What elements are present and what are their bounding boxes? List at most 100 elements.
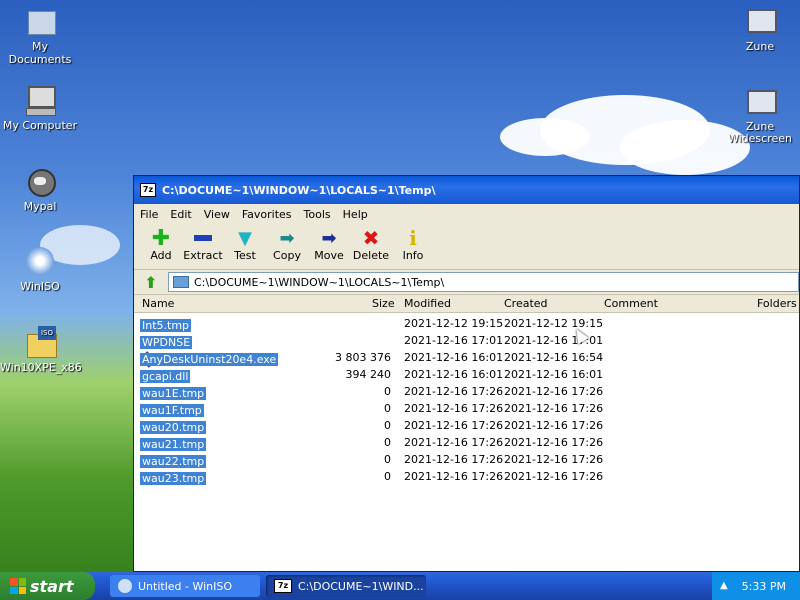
desktop-icon-winiso[interactable]: WinISO: [0, 245, 80, 293]
file-row[interactable]: wau22.tmp 0 2021-12-16 17:26 2021-12-16 …: [134, 451, 799, 468]
desktop-icon-label: My Documents: [8, 40, 72, 66]
file-modified: 2021-12-16 17:26: [404, 470, 504, 483]
add-button-label: Add: [150, 249, 172, 262]
file-row[interactable]: wau21.tmp 0 2021-12-16 17:26 2021-12-16 …: [134, 434, 799, 451]
desktop-icon-my-documents[interactable]: My Documents: [0, 5, 80, 66]
file-row[interactable]: gcapi.dll 394 240 2021-12-16 16:01 2021-…: [134, 366, 799, 383]
move-button-label: Move: [314, 249, 344, 262]
file-list: Int5.tmp 2021-12-12 19:15 2021-12-12 19:…: [134, 313, 799, 485]
file-created: 2021-12-16 17:26: [504, 453, 604, 466]
start-button[interactable]: start: [0, 572, 95, 600]
column-header-name[interactable]: Name: [142, 297, 174, 310]
file-name: wau21.tmp: [140, 438, 207, 451]
delete-button[interactable]: ✖ Delete: [350, 224, 392, 262]
file-name: wau1F.tmp: [140, 404, 204, 417]
file-manager-window: 7z C:\DOCUME~1\WINDOW~1\LOCALS~1\Temp\ F…: [133, 175, 800, 572]
winiso-icon: [118, 579, 132, 593]
file-row[interactable]: wau20.tmp 0 2021-12-16 17:26 2021-12-16 …: [134, 417, 799, 434]
menu-file[interactable]: File: [140, 208, 158, 221]
desktop-icon-my-computer[interactable]: My Computer: [0, 84, 80, 132]
desktop-icon-label: Zune: [745, 40, 775, 53]
file-modified: 2021-12-16 17:26: [404, 385, 504, 398]
file-name: wau1E.tmp: [140, 387, 207, 400]
move-button[interactable]: ➡ Move: [308, 224, 350, 263]
window-titlebar[interactable]: 7z C:\DOCUME~1\WINDOW~1\LOCALS~1\Temp\: [134, 176, 799, 204]
file-row[interactable]: wau1F.tmp 0 2021-12-16 17:26 2021-12-16 …: [134, 400, 799, 417]
file-modified: 2021-12-16 16:01: [404, 368, 504, 381]
system-tray: ▲ 5:33 PM: [712, 572, 800, 600]
file-row[interactable]: WPDNSE 2021-12-16 17:01 2021-12-16 17:01: [134, 332, 799, 349]
copy-button[interactable]: ➡ Copy: [266, 224, 308, 263]
column-header-created[interactable]: Created: [504, 297, 548, 310]
file-name: wau23.tmp: [140, 472, 207, 485]
folder-icon: [24, 5, 56, 37]
add-button[interactable]: ✚ Add: [140, 224, 182, 263]
desktop-icon-label: WinISO: [20, 280, 60, 293]
menu-view[interactable]: View: [204, 208, 230, 221]
desktop-icon-label: My Computer: [2, 119, 78, 132]
column-header-size[interactable]: Size: [372, 297, 395, 310]
file-row[interactable]: wau23.tmp 0 2021-12-16 17:26 2021-12-16 …: [134, 468, 799, 485]
column-header-comment[interactable]: Comment: [604, 297, 658, 310]
tray-arrow-icon[interactable]: ▲: [720, 580, 728, 591]
file-size: 0: [384, 436, 391, 449]
arrow-right-teal-icon: ➡: [279, 227, 295, 249]
desktop-icon-win10xpe[interactable]: ISO Win10XPE_x86: [0, 326, 82, 374]
info-icon: i: [409, 226, 417, 250]
file-name: WPDNSE: [140, 336, 193, 349]
menu-bar: File Edit View Favorites Tools Help: [134, 204, 799, 224]
address-text: C:\DOCUME~1\WINDOW~1\LOCALS~1\Temp\: [194, 275, 445, 289]
file-size: 0: [384, 453, 391, 466]
menu-help[interactable]: Help: [343, 208, 368, 221]
file-size: 394 240: [345, 368, 392, 381]
file-name: wau22.tmp: [140, 455, 207, 468]
folder-icon: [173, 276, 189, 288]
start-label: start: [30, 576, 74, 596]
info-button-label: Info: [402, 249, 424, 262]
file-row[interactable]: wau1E.tmp 0 2021-12-16 17:26 2021-12-16 …: [134, 383, 799, 400]
file-size: 0: [384, 419, 391, 432]
mypal-icon: [24, 165, 56, 197]
7zip-icon: 7z: [274, 579, 292, 593]
file-row[interactable]: AnyDeskUninst20e4.exe 3 803 376 2021-12-…: [134, 349, 799, 368]
delete-button-label: Delete: [352, 249, 390, 262]
desktop-icon-zune[interactable]: Zune: [720, 5, 800, 53]
info-button[interactable]: i Info: [392, 224, 434, 262]
test-button[interactable]: ▼ Test: [224, 224, 266, 263]
file-modified: 2021-12-16 17:26: [404, 436, 504, 449]
winiso-icon: [24, 245, 56, 277]
taskbar: start Untitled - WinISO 7z C:\DOCUME~1\W…: [0, 572, 800, 600]
desktop-icon-label: Win10XPE_x86: [0, 361, 82, 374]
column-header-modified[interactable]: Modified: [404, 297, 451, 310]
menu-tools[interactable]: Tools: [304, 208, 331, 221]
file-created: 2021-12-12 19:15: [504, 317, 604, 330]
file-size: 3 803 376: [335, 351, 391, 364]
up-folder-button[interactable]: ⬆: [140, 272, 162, 292]
menu-favorites[interactable]: Favorites: [242, 208, 292, 221]
taskbar-item-winiso[interactable]: Untitled - WinISO: [110, 575, 260, 597]
file-created: 2021-12-16 17:26: [504, 419, 604, 432]
check-down-icon: ▼: [238, 227, 252, 249]
desktop-icon-label: Zune Widescreen: [727, 120, 792, 145]
menu-edit[interactable]: Edit: [170, 208, 191, 221]
file-modified: 2021-12-16 17:01: [404, 334, 504, 347]
file-created: 2021-12-16 17:26: [504, 385, 604, 398]
address-input[interactable]: C:\DOCUME~1\WINDOW~1\LOCALS~1\Temp\: [168, 272, 799, 292]
copy-button-label: Copy: [273, 249, 301, 262]
desktop-icon-mypal[interactable]: Mypal: [0, 165, 80, 213]
x-icon: ✖: [362, 226, 380, 250]
file-created: 2021-12-16 17:01: [504, 334, 604, 347]
window-title: C:\DOCUME~1\WINDOW~1\LOCALS~1\Temp\: [162, 183, 436, 197]
file-row[interactable]: Int5.tmp 2021-12-12 19:15 2021-12-12 19:…: [134, 315, 799, 332]
desktop-icon-zune-widescreen[interactable]: Zune Widescreen: [720, 86, 800, 145]
taskbar-item-7zip[interactable]: 7z C:\DOCUME~1\WIND...: [266, 575, 426, 597]
file-created: 2021-12-16 17:26: [504, 402, 604, 415]
extract-button[interactable]: Extract: [182, 224, 224, 262]
arrow-up-icon: ⬆: [144, 272, 158, 292]
cloud: [500, 118, 590, 156]
file-name: Int5.tmp: [140, 319, 192, 332]
computer-icon: [24, 84, 56, 116]
clock[interactable]: 5:33 PM: [742, 580, 786, 593]
column-header-folders[interactable]: Folders: [757, 297, 797, 310]
file-created: 2021-12-16 17:26: [504, 436, 604, 449]
